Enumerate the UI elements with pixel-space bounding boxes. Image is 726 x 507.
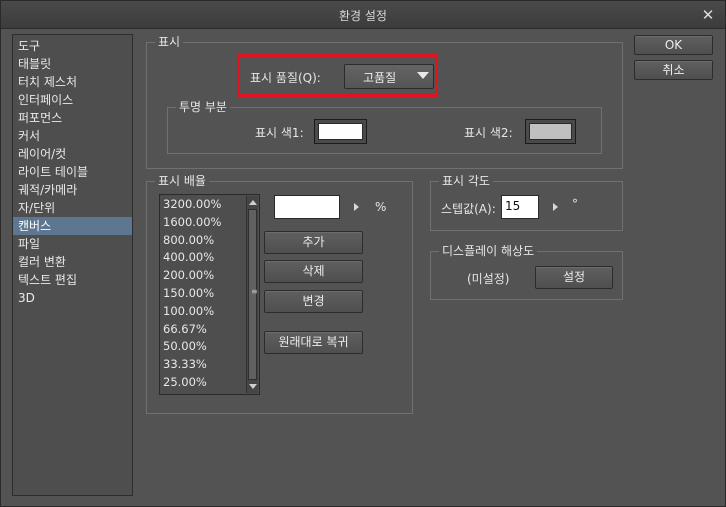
zoom-level-item[interactable]: 25.00%: [160, 374, 259, 392]
display-group-title: 표시: [155, 34, 184, 50]
zoom-spin-icon[interactable]: [354, 203, 359, 211]
zoom-group-title: 표시 배율: [155, 173, 209, 189]
add-zoom-button[interactable]: 추가: [264, 231, 363, 254]
highlight-box: [237, 54, 438, 97]
zoom-level-item[interactable]: 3200.00%: [160, 196, 259, 214]
ok-button[interactable]: OK: [634, 35, 713, 55]
title-bar: 환경 설정 ✕: [1, 1, 725, 29]
sidebar-item[interactable]: 자/단위: [13, 199, 132, 217]
dialog-title: 환경 설정: [339, 9, 387, 23]
sidebar-item[interactable]: 커서: [13, 127, 132, 145]
zoom-level-item[interactable]: 150.00%: [160, 285, 259, 303]
sidebar-item[interactable]: 캔버스: [13, 217, 132, 235]
angle-group-title: 표시 각도: [439, 173, 493, 189]
restore-default-button[interactable]: 원래대로 복귀: [264, 331, 363, 354]
transparency-group-title: 투명 부분: [176, 99, 230, 115]
sidebar-item[interactable]: 도구: [13, 37, 132, 55]
scroll-down-icon[interactable]: [249, 384, 257, 389]
preferences-dialog: 환경 설정 ✕ 도구 태블릿 터치 제스처 인터페이스 퍼포먼스 커서 레이어/컷 라이트 테…: [0, 0, 726, 507]
close-icon[interactable]: ✕: [699, 6, 717, 24]
category-list[interactable]: 도구 태블릿 터치 제스처 인터페이스 퍼포먼스 커서 레이어/컷 라이트 테이블 궤적/카메라…: [12, 34, 133, 496]
color1-swatch[interactable]: [314, 119, 367, 144]
color1-label: 표시 색1:: [255, 126, 304, 140]
angle-unit: °: [572, 197, 578, 211]
zoom-input[interactable]: [274, 195, 340, 219]
angle-step-input[interactable]: 15: [501, 195, 539, 219]
zoom-list-items: 3200.00% 1600.00% 800.00% 400.00% 200.00% 150…: [160, 195, 259, 392]
resolution-settings-button[interactable]: 설정: [535, 266, 613, 289]
zoom-list-scrollbar[interactable]: ≡: [246, 196, 258, 393]
zoom-level-item[interactable]: 400.00%: [160, 249, 259, 267]
sidebar-item[interactable]: 인터페이스: [13, 91, 132, 109]
sidebar-item[interactable]: 터치 제스처: [13, 73, 132, 91]
zoom-level-item[interactable]: 100.00%: [160, 303, 259, 321]
resolution-status: (미설정): [467, 272, 510, 286]
color2-swatch[interactable]: [525, 119, 576, 144]
color2-label: 표시 색2:: [464, 126, 513, 140]
sidebar-item[interactable]: 레이어/컷: [13, 145, 132, 163]
zoom-level-item[interactable]: 33.33%: [160, 356, 259, 374]
color1-fill: [318, 123, 363, 140]
cancel-button[interactable]: 취소: [634, 60, 713, 80]
delete-zoom-button[interactable]: 삭제: [264, 260, 363, 283]
sidebar-item[interactable]: 퍼포먼스: [13, 109, 132, 127]
sidebar-item[interactable]: 텍스트 편집: [13, 271, 132, 289]
grip-icon: ≡: [251, 287, 258, 296]
sidebar-item[interactable]: 3D: [13, 289, 132, 307]
scroll-thumb[interactable]: ≡: [248, 209, 258, 380]
zoom-levels-list[interactable]: 3200.00% 1600.00% 800.00% 400.00% 200.00% 150…: [159, 194, 260, 395]
zoom-level-item[interactable]: 200.00%: [160, 267, 259, 285]
zoom-level-item[interactable]: 66.67%: [160, 321, 259, 339]
sidebar-item[interactable]: 라이트 테이블: [13, 163, 132, 181]
zoom-level-item[interactable]: 800.00%: [160, 232, 259, 250]
sidebar-item[interactable]: 궤적/카메라: [13, 181, 132, 199]
angle-step-label: 스텝값(A):: [441, 202, 496, 216]
angle-spin-icon[interactable]: [553, 203, 558, 211]
scroll-up-icon[interactable]: [249, 200, 257, 205]
change-zoom-button[interactable]: 변경: [264, 290, 363, 313]
sidebar-item[interactable]: 태블릿: [13, 55, 132, 73]
zoom-level-item[interactable]: 1600.00%: [160, 214, 259, 232]
sidebar-item[interactable]: 컬러 변환: [13, 253, 132, 271]
zoom-level-item[interactable]: 50.00%: [160, 338, 259, 356]
resolution-group-title: 디스플레이 해상도: [439, 243, 538, 259]
zoom-unit: %: [375, 200, 387, 214]
sidebar-item[interactable]: 파일: [13, 235, 132, 253]
color2-fill: [529, 123, 572, 140]
